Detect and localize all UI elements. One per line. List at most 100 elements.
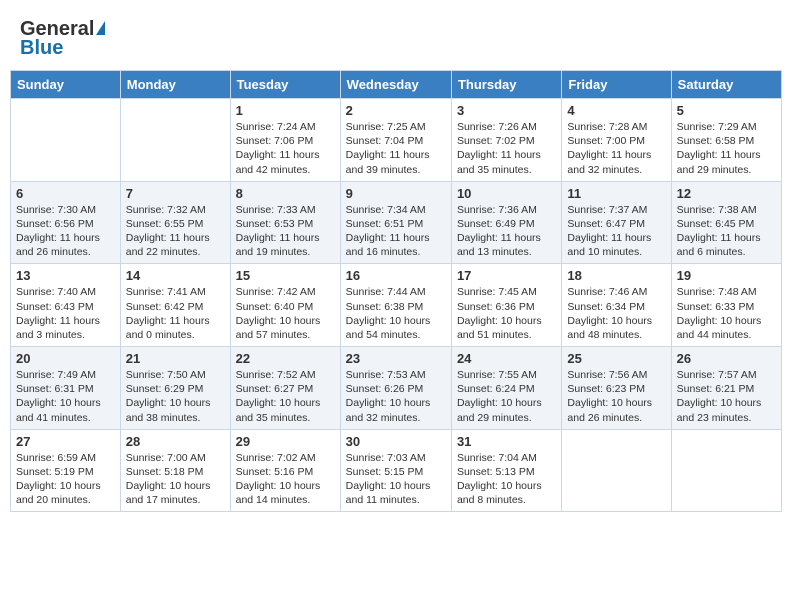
calendar-cell: 14 Sunrise: 7:41 AMSunset: 6:42 PMDayligh…	[120, 264, 230, 347]
calendar-cell	[671, 429, 781, 512]
calendar-week-3: 13Sunrise: 7:40 AMSunset: 6:43 PMDayligh…	[11, 264, 782, 347]
calendar-cell: 11 Sunrise: 7:37 AMSunset: 6:47 PMDayligh…	[562, 181, 671, 264]
calendar-cell: 7 Sunrise: 7:32 AMSunset: 6:55 PMDaylight…	[120, 181, 230, 264]
logo-blue: Blue	[20, 37, 63, 60]
calendar-week-2: 6 Sunrise: 7:30 AMSunset: 6:56 PMDaylight…	[11, 181, 782, 264]
calendar-week-5: 27 Sunrise: 6:59 AMSunset: 5:19 PMDayligh…	[11, 429, 782, 512]
col-header-sunday: Sunday	[11, 71, 121, 99]
cell-text: Sunrise: 7:46 AMSunset: 6:34 PMDaylight:…	[567, 285, 665, 342]
calendar-cell	[120, 99, 230, 182]
cell-text: Sunrise: 6:59 AMSunset: 5:19 PMDaylight:…	[16, 451, 115, 508]
calendar-week-4: 20 Sunrise: 7:49 AMSunset: 6:31 PMDayligh…	[11, 347, 782, 430]
calendar-cell: 25 Sunrise: 7:56 AMSunset: 6:23 PMDayligh…	[562, 347, 671, 430]
cell-text: Sunrise: 7:41 AMSunset: 6:42 PMDaylight:…	[126, 285, 225, 342]
day-number: 1	[236, 103, 335, 118]
calendar-cell: 26 Sunrise: 7:57 AMSunset: 6:21 PMDayligh…	[671, 347, 781, 430]
cell-text: Sunrise: 7:50 AMSunset: 6:29 PMDaylight:…	[126, 368, 225, 425]
day-number: 11	[567, 186, 665, 201]
cell-text: Sunrise: 7:24 AMSunset: 7:06 PMDaylight:…	[236, 120, 335, 177]
calendar-cell: 22Sunrise: 7:52 AMSunset: 6:27 PMDayligh…	[230, 347, 340, 430]
day-number: 27	[16, 434, 115, 449]
calendar-cell: 12 Sunrise: 7:38 AMSunset: 6:45 PMDayligh…	[671, 181, 781, 264]
cell-text: Sunrise: 7:49 AMSunset: 6:31 PMDaylight:…	[16, 368, 115, 425]
day-number: 26	[677, 351, 776, 366]
day-number: 22	[236, 351, 335, 366]
cell-text: Sunrise: 7:36 AMSunset: 6:49 PMDaylight:…	[457, 203, 556, 260]
day-number: 23	[346, 351, 446, 366]
day-number: 4	[567, 103, 665, 118]
cell-text: Sunrise: 7:02 AMSunset: 5:16 PMDaylight:…	[236, 451, 335, 508]
calendar-cell	[11, 99, 121, 182]
calendar-cell: 21 Sunrise: 7:50 AMSunset: 6:29 PMDayligh…	[120, 347, 230, 430]
cell-text: Sunrise: 7:53 AMSunset: 6:26 PMDaylight:…	[346, 368, 446, 425]
day-number: 24	[457, 351, 556, 366]
calendar-cell: 8 Sunrise: 7:33 AMSunset: 6:53 PMDaylight…	[230, 181, 340, 264]
calendar-cell: 2Sunrise: 7:25 AMSunset: 7:04 PMDaylight…	[340, 99, 451, 182]
day-number: 20	[16, 351, 115, 366]
calendar-cell: 28 Sunrise: 7:00 AMSunset: 5:18 PMDayligh…	[120, 429, 230, 512]
day-number: 21	[126, 351, 225, 366]
cell-text: Sunrise: 7:26 AMSunset: 7:02 PMDaylight:…	[457, 120, 556, 177]
calendar-cell: 20 Sunrise: 7:49 AMSunset: 6:31 PMDayligh…	[11, 347, 121, 430]
calendar-cell: 17 Sunrise: 7:45 AMSunset: 6:36 PMDayligh…	[451, 264, 561, 347]
col-header-monday: Monday	[120, 71, 230, 99]
cell-text: Sunrise: 7:40 AMSunset: 6:43 PMDaylight:…	[16, 285, 115, 342]
day-number: 9	[346, 186, 446, 201]
calendar-header-row: SundayMondayTuesdayWednesdayThursdayFrid…	[11, 71, 782, 99]
cell-text: Sunrise: 7:44 AMSunset: 6:38 PMDaylight:…	[346, 285, 446, 342]
cell-text: Sunrise: 7:25 AMSunset: 7:04 PMDaylight:…	[346, 120, 446, 177]
calendar-cell: 13Sunrise: 7:40 AMSunset: 6:43 PMDayligh…	[11, 264, 121, 347]
cell-text: Sunrise: 7:48 AMSunset: 6:33 PMDaylight:…	[677, 285, 776, 342]
calendar-cell: 24Sunrise: 7:55 AMSunset: 6:24 PMDayligh…	[451, 347, 561, 430]
calendar-cell: 31 Sunrise: 7:04 AMSunset: 5:13 PMDayligh…	[451, 429, 561, 512]
cell-text: Sunrise: 7:34 AMSunset: 6:51 PMDaylight:…	[346, 203, 446, 260]
day-number: 25	[567, 351, 665, 366]
cell-text: Sunrise: 7:45 AMSunset: 6:36 PMDaylight:…	[457, 285, 556, 342]
col-header-thursday: Thursday	[451, 71, 561, 99]
calendar-cell: 27 Sunrise: 6:59 AMSunset: 5:19 PMDayligh…	[11, 429, 121, 512]
day-number: 19	[677, 268, 776, 283]
day-number: 29	[236, 434, 335, 449]
cell-text: Sunrise: 7:32 AMSunset: 6:55 PMDaylight:…	[126, 203, 225, 260]
day-number: 16	[346, 268, 446, 283]
logo-triangle	[96, 21, 105, 35]
day-number: 17	[457, 268, 556, 283]
col-header-wednesday: Wednesday	[340, 71, 451, 99]
cell-text: Sunrise: 7:04 AMSunset: 5:13 PMDaylight:…	[457, 451, 556, 508]
cell-text: Sunrise: 7:28 AMSunset: 7:00 PMDaylight:…	[567, 120, 665, 177]
calendar-cell: 16 Sunrise: 7:44 AMSunset: 6:38 PMDayligh…	[340, 264, 451, 347]
cell-text: Sunrise: 7:56 AMSunset: 6:23 PMDaylight:…	[567, 368, 665, 425]
logo: General Blue	[20, 18, 105, 60]
day-number: 31	[457, 434, 556, 449]
day-number: 12	[677, 186, 776, 201]
calendar-cell: 9 Sunrise: 7:34 AMSunset: 6:51 PMDaylight…	[340, 181, 451, 264]
calendar-cell: 10 Sunrise: 7:36 AMSunset: 6:49 PMDayligh…	[451, 181, 561, 264]
cell-text: Sunrise: 7:29 AMSunset: 6:58 PMDaylight:…	[677, 120, 776, 177]
calendar-cell: 23 Sunrise: 7:53 AMSunset: 6:26 PMDayligh…	[340, 347, 451, 430]
page-header: General Blue	[10, 10, 782, 64]
calendar-cell: 30 Sunrise: 7:03 AMSunset: 5:15 PMDayligh…	[340, 429, 451, 512]
calendar-cell: 3 Sunrise: 7:26 AMSunset: 7:02 PMDaylight…	[451, 99, 561, 182]
day-number: 18	[567, 268, 665, 283]
cell-text: Sunrise: 7:38 AMSunset: 6:45 PMDaylight:…	[677, 203, 776, 260]
calendar-cell: 19 Sunrise: 7:48 AMSunset: 6:33 PMDayligh…	[671, 264, 781, 347]
day-number: 10	[457, 186, 556, 201]
cell-text: Sunrise: 7:37 AMSunset: 6:47 PMDaylight:…	[567, 203, 665, 260]
cell-text: Sunrise: 7:30 AMSunset: 6:56 PMDaylight:…	[16, 203, 115, 260]
cell-text: Sunrise: 7:57 AMSunset: 6:21 PMDaylight:…	[677, 368, 776, 425]
calendar-week-1: 1 Sunrise: 7:24 AMSunset: 7:06 PMDaylight…	[11, 99, 782, 182]
cell-text: Sunrise: 7:03 AMSunset: 5:15 PMDaylight:…	[346, 451, 446, 508]
calendar-cell: 6 Sunrise: 7:30 AMSunset: 6:56 PMDaylight…	[11, 181, 121, 264]
day-number: 28	[126, 434, 225, 449]
day-number: 14	[126, 268, 225, 283]
col-header-saturday: Saturday	[671, 71, 781, 99]
day-number: 7	[126, 186, 225, 201]
col-header-tuesday: Tuesday	[230, 71, 340, 99]
cell-text: Sunrise: 7:33 AMSunset: 6:53 PMDaylight:…	[236, 203, 335, 260]
col-header-friday: Friday	[562, 71, 671, 99]
day-number: 3	[457, 103, 556, 118]
cell-text: Sunrise: 7:00 AMSunset: 5:18 PMDaylight:…	[126, 451, 225, 508]
day-number: 8	[236, 186, 335, 201]
day-number: 30	[346, 434, 446, 449]
day-number: 6	[16, 186, 115, 201]
